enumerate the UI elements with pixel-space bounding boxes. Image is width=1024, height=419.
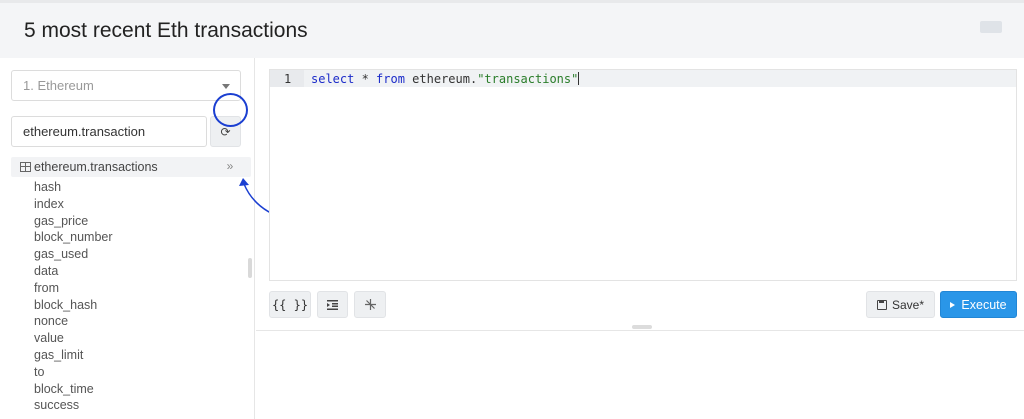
column-item: success — [34, 398, 80, 413]
keyword-select: select — [311, 72, 355, 86]
text-cursor — [578, 72, 580, 85]
double-chevron-right-icon[interactable]: » — [224, 158, 236, 174]
autocomplete-toggle-button[interactable] — [354, 291, 386, 318]
save-icon — [876, 299, 887, 310]
datasource-select[interactable]: 1. Ethereum — [11, 70, 241, 101]
column-item: gas_limit — [34, 347, 84, 362]
annotation-circle — [213, 93, 248, 127]
column-item: nonce — [34, 314, 69, 329]
column-item: gas_price — [34, 213, 89, 228]
column-item: block_number — [34, 230, 113, 245]
query-code[interactable]: select * from ethereum."transactions" — [311, 72, 580, 86]
save-button[interactable]: Save* — [866, 291, 935, 318]
column-item: block_hash — [34, 297, 98, 312]
keyword-from: from — [376, 72, 405, 86]
column-item: hash — [34, 180, 62, 194]
results-divider — [256, 330, 1024, 331]
autocomplete-icon — [364, 299, 376, 310]
line-number: 1 — [284, 72, 292, 86]
save-label: Save* — [891, 297, 925, 312]
indent-icon — [327, 299, 338, 310]
sidebar-scrollbar[interactable] — [248, 258, 252, 278]
code-text: ethereum. — [404, 72, 478, 86]
caret-down-icon — [222, 84, 230, 89]
play-icon — [950, 301, 956, 308]
params-label: {{ }} — [271, 297, 309, 312]
table-icon — [20, 162, 31, 172]
column-item: from — [34, 280, 59, 295]
column-list: hash index gas_price block_number gas_us… — [34, 179, 113, 414]
format-query-button[interactable] — [317, 291, 348, 318]
column-item: gas_used — [34, 247, 89, 262]
execute-button[interactable]: Execute — [940, 291, 1017, 318]
results-resize-handle[interactable] — [632, 325, 652, 329]
header-toggle-button[interactable] — [980, 21, 1002, 33]
page-title: 5 most recent Eth transactions — [24, 19, 308, 42]
column-item: block_time — [34, 381, 94, 396]
query-editor[interactable]: 1 select * from ethereum."transactions" — [269, 69, 1017, 281]
code-text: * — [354, 72, 377, 86]
column-item: value — [34, 331, 64, 346]
code-string: "transactions" — [477, 72, 579, 86]
schema-table-name: ethereum.transactions — [34, 160, 158, 174]
column-item: data — [34, 263, 59, 278]
column-item: index — [34, 196, 64, 211]
schema-search-input[interactable] — [11, 116, 207, 147]
add-parameter-button[interactable]: {{ }} — [269, 291, 311, 318]
execute-label: Execute — [961, 297, 1007, 312]
schema-table-item[interactable]: ethereum.transactions — [11, 157, 251, 177]
column-item: to — [34, 364, 45, 379]
datasource-value: 1. Ethereum — [23, 78, 94, 93]
page-header: 5 most recent Eth transactions — [0, 0, 1024, 58]
